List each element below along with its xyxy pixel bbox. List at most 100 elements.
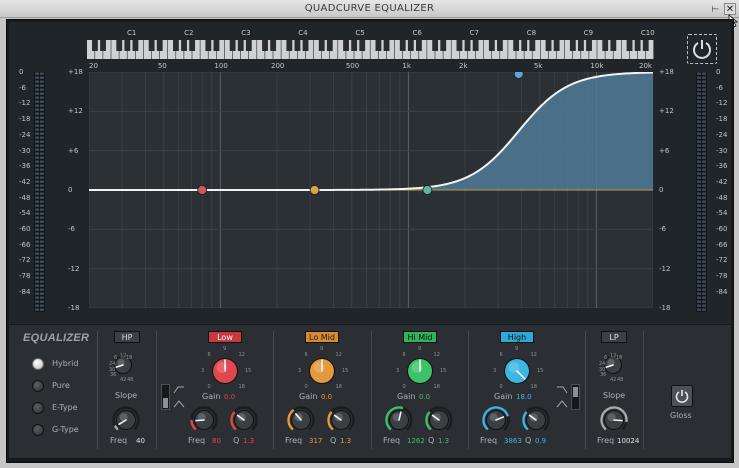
meter-scale-label: -30 bbox=[19, 146, 31, 155]
meter-scale-label: -78 bbox=[716, 272, 728, 281]
gain-scale-mark: 3 bbox=[493, 368, 497, 374]
hp-freq-knob[interactable] bbox=[112, 406, 140, 439]
gain-axis-label: 0 bbox=[659, 186, 664, 194]
meter-scale-label: 0 bbox=[716, 68, 721, 76]
equalizer-title: EQUALIZER bbox=[23, 332, 90, 344]
divider bbox=[97, 331, 98, 449]
lp-slope-mark: 42 bbox=[610, 377, 617, 383]
meter-scale-label: -30 bbox=[716, 146, 728, 155]
freq-axis-label: 500 bbox=[345, 62, 360, 70]
lp-freq-knob[interactable] bbox=[600, 406, 628, 439]
gain-knob-lo_mid[interactable] bbox=[305, 354, 339, 393]
gain-axis-label: -18 bbox=[68, 304, 80, 312]
gain-axis-label: -12 bbox=[659, 264, 671, 273]
eq-band-handle-high[interactable] bbox=[513, 72, 524, 79]
piano-note-label: C2 bbox=[184, 29, 194, 37]
piano-note-label: C4 bbox=[298, 29, 308, 37]
freq-value-hi_mid: 1262 bbox=[407, 437, 425, 445]
eq-band-handle-lo_mid[interactable] bbox=[309, 185, 320, 195]
mode-radio-pure[interactable] bbox=[32, 380, 44, 392]
divider bbox=[585, 331, 586, 449]
meter-scale-label: -42 bbox=[19, 177, 31, 186]
meter-scale-label: -12 bbox=[19, 99, 31, 108]
q-knob-hi_mid[interactable] bbox=[425, 406, 453, 439]
freq-knob-lo_mid[interactable] bbox=[287, 406, 315, 439]
lp-freq-label: Freq bbox=[597, 436, 615, 445]
pin-icon[interactable]: ⊢ bbox=[709, 3, 721, 15]
freq-knob-low[interactable] bbox=[190, 406, 218, 439]
eq-curve-graph[interactable] bbox=[89, 72, 653, 308]
q-knob-lo_mid[interactable] bbox=[327, 406, 355, 439]
mode-radio-e-type[interactable] bbox=[32, 402, 44, 414]
q-knob-high[interactable] bbox=[522, 406, 550, 439]
gain-scale-mark: 18 bbox=[433, 383, 440, 390]
freq-label: Freq bbox=[383, 436, 401, 445]
gain-scale-mark: 0 bbox=[304, 383, 308, 390]
gain-axis-label: +6 bbox=[68, 146, 79, 155]
gain-scale-mark: 9 bbox=[320, 346, 324, 352]
meter-scale-label: -84 bbox=[716, 287, 728, 296]
meter-scale-label: -6 bbox=[716, 83, 723, 92]
hp-slope-mark: 42 bbox=[120, 377, 127, 383]
gloss-button[interactable] bbox=[671, 385, 693, 407]
q-knob-low[interactable] bbox=[230, 406, 258, 439]
mode-radio-g-type[interactable] bbox=[32, 424, 44, 436]
hp-slope-mark: 18 bbox=[126, 355, 133, 361]
gain-scale-mark: 15 bbox=[537, 368, 544, 374]
gain-knob-low[interactable] bbox=[208, 354, 242, 393]
freq-axis-label: 10k bbox=[590, 62, 604, 70]
band-button-hi_mid[interactable]: Hi Mid bbox=[403, 331, 437, 343]
gain-axis-label: -6 bbox=[68, 225, 75, 234]
mode-label: E-Type bbox=[52, 403, 78, 412]
q-label: Q bbox=[525, 436, 532, 445]
shelf-shape-icon bbox=[556, 386, 568, 408]
main-power-button[interactable] bbox=[687, 34, 717, 64]
title-bar[interactable]: QUADCURVE EQUALIZER ⊢ ✕ bbox=[0, 0, 739, 18]
freq-axis-label: 200 bbox=[271, 62, 285, 70]
gain-knob-high[interactable] bbox=[500, 354, 534, 393]
meter-scale-label: -60 bbox=[19, 225, 31, 233]
gain-label: Gain bbox=[202, 392, 221, 401]
hp-slope-label: Slope bbox=[115, 391, 138, 400]
plugin-window: QUADCURVE EQUALIZER ⊢ ✕ C1 C2 C3 C4 C5 C6 C7 C8… bbox=[0, 0, 739, 468]
hp-freq-value: 40 bbox=[136, 437, 145, 445]
piano-note-label: C9 bbox=[583, 29, 594, 37]
hp-button[interactable]: HP bbox=[114, 331, 140, 343]
lp-button[interactable]: LP bbox=[601, 331, 627, 343]
gloss-label: Gloss bbox=[670, 411, 692, 420]
gain-axis-label: +12 bbox=[68, 107, 83, 116]
freq-axis-label: 2k bbox=[459, 62, 468, 70]
freq-value-low: 80 bbox=[212, 437, 221, 445]
gain-knob-hi_mid[interactable] bbox=[403, 354, 437, 393]
gain-scale-mark: 18 bbox=[335, 383, 342, 390]
piano-note-label: C10 bbox=[640, 29, 655, 37]
mode-label: Hybrid bbox=[52, 359, 79, 368]
gain-scale-mark: 15 bbox=[245, 368, 252, 374]
freq-axis-label: 20k bbox=[639, 62, 652, 70]
freq-label: Freq bbox=[285, 436, 303, 445]
band-button-low[interactable]: Low bbox=[208, 331, 242, 343]
gain-scale-mark: 6 bbox=[402, 352, 406, 359]
output-level-meter bbox=[696, 72, 707, 312]
meter-scale-label: -36 bbox=[19, 162, 31, 171]
lp-freq-value: 10024 bbox=[617, 437, 640, 445]
meter-scale-label: -18 bbox=[716, 115, 728, 124]
piano-note-label: C8 bbox=[526, 29, 537, 37]
band-button-lo_mid[interactable]: Lo Mid bbox=[305, 331, 339, 343]
high-shelf-toggle[interactable] bbox=[571, 384, 580, 410]
meter-scale-label: -66 bbox=[716, 240, 728, 249]
eq-band-handle-hi_mid[interactable] bbox=[422, 185, 433, 195]
low-shelf-toggle[interactable] bbox=[161, 384, 170, 410]
meter-scale-label: -54 bbox=[19, 209, 31, 218]
mode-radio-hybrid[interactable] bbox=[32, 358, 44, 370]
band-button-high[interactable]: High bbox=[500, 331, 534, 343]
freq-knob-hi_mid[interactable] bbox=[385, 406, 413, 439]
eq-band-handle-low[interactable] bbox=[197, 185, 208, 195]
q-value-lo_mid: 1.3 bbox=[340, 437, 352, 445]
gain-scale-mark: 12 bbox=[335, 352, 342, 359]
gain-scale-mark: 3 bbox=[396, 368, 400, 374]
gain-scale-mark: 0 bbox=[402, 383, 406, 390]
shelf-shape-icon bbox=[173, 386, 185, 408]
q-value-high: 0.9 bbox=[535, 437, 547, 445]
freq-knob-high[interactable] bbox=[482, 406, 510, 439]
